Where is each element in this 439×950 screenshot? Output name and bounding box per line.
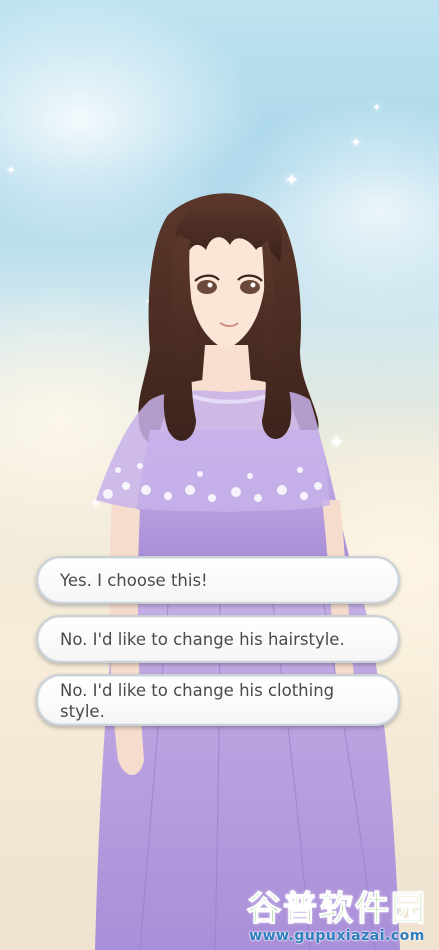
character-portrait bbox=[95, 193, 400, 950]
watermark-title: 谷普软件园 bbox=[246, 889, 427, 929]
watermark: 谷普软件园 www.gupuxiazai.com bbox=[239, 889, 435, 944]
choice-button-yes[interactable]: Yes. I choose this! bbox=[36, 556, 400, 604]
choice-button-change-hairstyle[interactable]: No. I'd like to change his hairstyle. bbox=[36, 615, 400, 663]
dialog-choices: Yes. I choose this! No. I'd like to chan… bbox=[36, 556, 400, 737]
choice-label: No. I'd like to change his clothing styl… bbox=[60, 681, 335, 721]
choice-button-change-clothing[interactable]: No. I'd like to change his clothing styl… bbox=[36, 674, 400, 726]
choice-label: Yes. I choose this! bbox=[60, 570, 208, 590]
choice-label: No. I'd like to change his hairstyle. bbox=[60, 629, 345, 649]
watermark-url: www.gupuxiazai.com bbox=[249, 928, 425, 944]
